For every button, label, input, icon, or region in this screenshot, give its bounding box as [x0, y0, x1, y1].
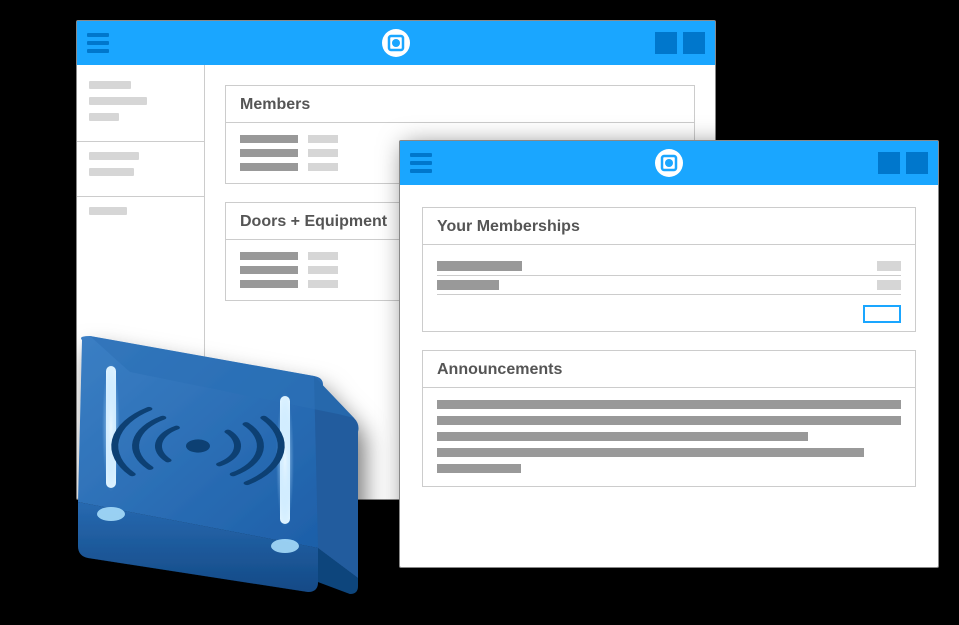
membership-row — [437, 276, 901, 295]
rfid-reader-device — [18, 318, 398, 618]
announcements-card: Announcements — [422, 350, 916, 487]
topbar — [77, 21, 715, 65]
hamburger-icon[interactable] — [87, 33, 109, 53]
topbar — [400, 141, 938, 185]
announcement-line — [437, 416, 901, 425]
announcements-card-title: Announcements — [423, 351, 915, 388]
announcement-line — [437, 432, 808, 441]
top-actions — [655, 32, 705, 54]
sidebar-item[interactable] — [89, 168, 134, 176]
membership-action-button[interactable] — [863, 305, 901, 323]
announcement-line — [437, 464, 521, 473]
top-action-2[interactable] — [683, 32, 705, 54]
memberships-card: Your Memberships — [422, 207, 916, 332]
member-window: Your Memberships Announcements — [399, 140, 939, 568]
top-action-2[interactable] — [906, 152, 928, 174]
memberships-card-title: Your Memberships — [423, 208, 915, 245]
sidebar-item[interactable] — [89, 113, 119, 121]
hamburger-icon[interactable] — [410, 153, 432, 173]
announcement-line — [437, 400, 901, 409]
sidebar-item[interactable] — [89, 152, 139, 160]
sidebar-item[interactable] — [89, 207, 127, 215]
logo-icon — [382, 29, 410, 57]
membership-row — [437, 257, 901, 276]
top-action-1[interactable] — [878, 152, 900, 174]
announcement-line — [437, 448, 864, 457]
members-card-title: Members — [226, 86, 694, 123]
top-action-1[interactable] — [655, 32, 677, 54]
sidebar-item[interactable] — [89, 81, 131, 89]
sidebar-item[interactable] — [89, 97, 147, 105]
logo-icon — [655, 149, 683, 177]
top-actions — [878, 152, 928, 174]
